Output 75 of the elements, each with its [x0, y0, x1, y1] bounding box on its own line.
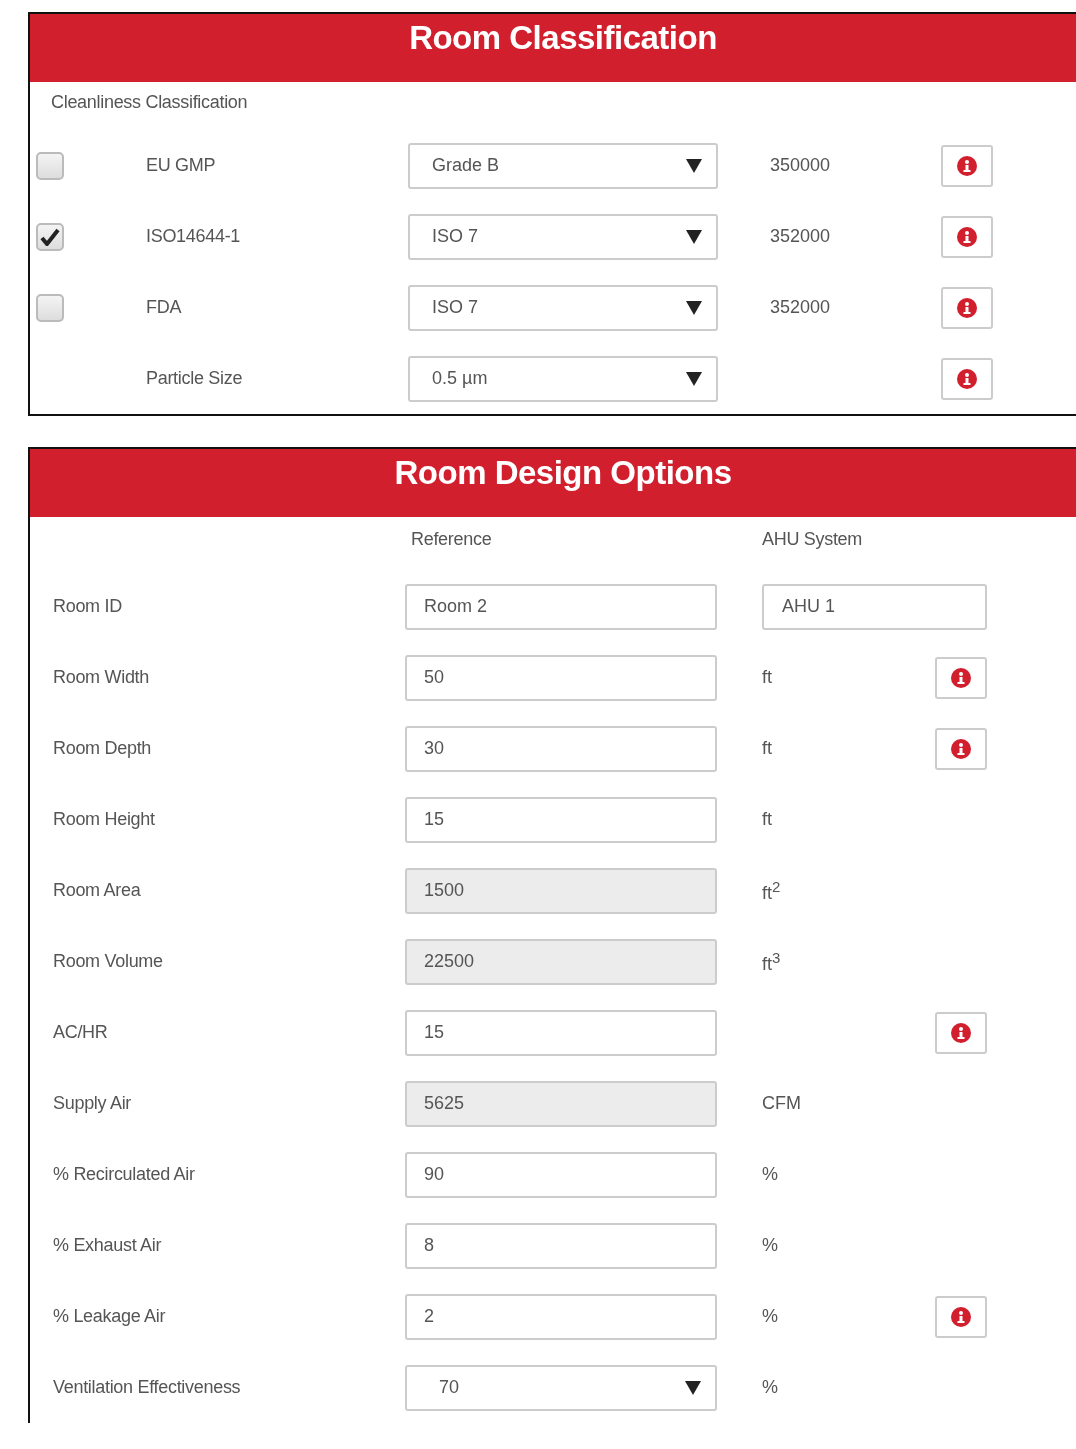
- caret-icon: [685, 1380, 701, 1395]
- input-field[interactable]: Room 2: [405, 583, 717, 630]
- input-field[interactable]: 15: [405, 796, 717, 843]
- input-field[interactable]: AHU 1: [762, 583, 987, 630]
- unit-label: %: [762, 1164, 779, 1185]
- info-button[interactable]: [941, 215, 993, 258]
- info-button[interactable]: [941, 144, 993, 187]
- unit-label: ft: [762, 667, 773, 688]
- row-label: FDA: [146, 297, 183, 318]
- unit-label: %: [762, 1377, 779, 1398]
- row-label: Room Volume: [53, 951, 164, 972]
- unit-label: ft: [762, 738, 773, 759]
- checkbox[interactable]: [36, 293, 64, 322]
- info-icon: [951, 738, 971, 759]
- caret-icon: [686, 300, 702, 315]
- info-button[interactable]: [935, 1011, 987, 1054]
- column-header: AHU System: [762, 528, 864, 550]
- input-field[interactable]: 2: [405, 1293, 717, 1340]
- limit-value: 352000: [770, 297, 832, 318]
- caret-icon: [686, 158, 702, 173]
- input-field[interactable]: 15: [405, 1009, 717, 1056]
- row-label: % Leakage Air: [53, 1306, 167, 1327]
- row-label: Room Depth: [53, 738, 153, 759]
- caret-icon: [686, 371, 702, 386]
- caret-icon: [686, 229, 702, 244]
- row-label: % Recirculated Air: [53, 1164, 196, 1185]
- info-icon: [957, 297, 977, 318]
- unit-label: ft$^{3}$: [762, 948, 782, 975]
- dropdown[interactable]: 70: [405, 1364, 717, 1411]
- info-icon: [957, 368, 977, 389]
- dropdown[interactable]: 0.5 µm: [408, 355, 718, 402]
- input-field: 22500: [405, 938, 717, 985]
- row-label: Particle Size: [146, 368, 244, 389]
- input-field[interactable]: 8: [405, 1222, 717, 1269]
- info-icon: [951, 667, 971, 688]
- panel-title: Room Design Options: [394, 453, 732, 493]
- unit-label: ft$^{2}$: [762, 877, 782, 904]
- unit-label: %: [762, 1306, 779, 1327]
- limit-value: 352000: [770, 226, 832, 247]
- row-label: Room Width: [53, 667, 151, 688]
- checkbox[interactable]: [36, 151, 64, 180]
- row-label: ISO14644-1: [146, 226, 242, 247]
- info-button[interactable]: [935, 656, 987, 699]
- dropdown[interactable]: ISO 7: [408, 213, 718, 260]
- row-label: % Exhaust Air: [53, 1235, 163, 1256]
- dropdown[interactable]: ISO 7: [408, 284, 718, 331]
- dropdown[interactable]: Grade B: [408, 142, 718, 189]
- row-label: Room Height: [53, 809, 156, 830]
- column-header: Reference: [410, 528, 493, 550]
- info-button[interactable]: [935, 727, 987, 770]
- input-field: 1500: [405, 867, 717, 914]
- panel-title: Room Classification: [409, 18, 717, 58]
- info-icon: [951, 1306, 971, 1327]
- row-label: AC/HR: [53, 1022, 109, 1043]
- info-icon: [951, 1022, 971, 1043]
- limit-value: 350000: [770, 155, 832, 176]
- unit-label: %: [762, 1235, 779, 1256]
- input-field[interactable]: 50: [405, 654, 717, 701]
- row-label: Supply Air: [53, 1093, 133, 1114]
- info-button[interactable]: [935, 1295, 987, 1338]
- unit-label: ft: [762, 809, 773, 830]
- info-icon: [957, 155, 977, 176]
- input-field[interactable]: 30: [405, 725, 717, 772]
- info-button[interactable]: [941, 357, 993, 400]
- input-field: 5625: [405, 1080, 717, 1127]
- input-field[interactable]: 90: [405, 1151, 717, 1198]
- row-label: EU GMP: [146, 155, 217, 176]
- checkbox[interactable]: [36, 222, 64, 251]
- row-label: Room Area: [53, 880, 142, 901]
- row-label: Ventilation Effectiveness: [53, 1377, 242, 1398]
- unit-label: CFM: [762, 1093, 802, 1114]
- info-icon: [957, 226, 977, 247]
- info-button[interactable]: [941, 286, 993, 329]
- section-label: Cleanliness Classification: [50, 91, 249, 114]
- row-label: Room ID: [53, 596, 123, 617]
